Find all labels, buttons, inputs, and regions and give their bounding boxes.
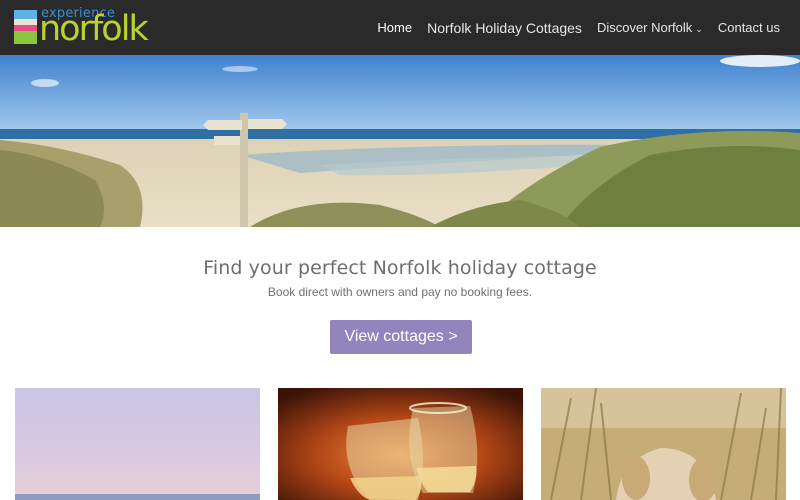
hero-banner-image: [0, 55, 800, 227]
logo-text-norfolk: norfolk: [39, 9, 149, 49]
dog-in-dunes-card-image[interactable]: [541, 388, 786, 500]
nav-item-discover-label: Discover Norfolk: [596, 20, 693, 35]
page-subtitle: Book direct with owners and pay no booki…: [267, 285, 533, 299]
page-title: Find your perfect Norfolk holiday cottag…: [203, 257, 597, 279]
intro-section: Find your perfect Norfolk holiday cottag…: [0, 257, 800, 299]
main-nav: Home Norfolk Holiday Cottages Discover N…: [362, 0, 780, 55]
nav-item-home[interactable]: Home: [377, 20, 412, 35]
site-header: experience norfolk Home Norfolk Holiday …: [0, 0, 800, 55]
nav-item-discover-norfolk[interactable]: Discover Norfolk ⌄: [597, 20, 703, 35]
beach-sunset-card-image[interactable]: [15, 388, 260, 500]
experience-norfolk-logo[interactable]: experience norfolk: [14, 6, 174, 49]
logo-flag-icon: [14, 10, 37, 44]
nav-item-norfolk-holiday-cottages[interactable]: Norfolk Holiday Cottages: [427, 20, 582, 36]
chevron-down-icon: ⌄: [695, 24, 703, 34]
view-cottages-button[interactable]: View cottages >: [330, 320, 472, 354]
wine-glasses-card-image[interactable]: [278, 388, 523, 500]
nav-item-contact-us[interactable]: Contact us: [718, 20, 780, 35]
